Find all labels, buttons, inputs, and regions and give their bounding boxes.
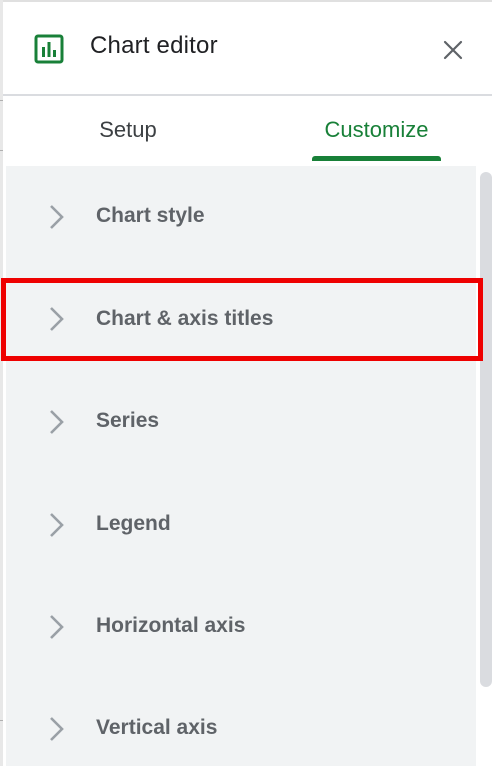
chart-editor-header: Chart editor [3,2,492,94]
section-vertical-axis[interactable]: Vertical axis [6,676,476,778]
section-horizontal-axis[interactable]: Horizontal axis [6,574,476,676]
section-series[interactable]: Series [6,370,476,472]
section-label: Legend [96,512,171,535]
tab-customize[interactable]: Customize [312,96,441,164]
panel-title: Chart editor [90,32,218,59]
chart-editor-panel: Chart editor Setup Customize Chart style… [3,0,492,766]
section-label: Chart style [96,204,205,227]
section-legend[interactable]: Legend [6,472,476,574]
chevron-right-icon [46,715,66,743]
section-label: Vertical axis [96,716,218,739]
chevron-right-icon [46,613,66,641]
section-label: Series [96,409,160,432]
chevron-right-icon [46,408,66,436]
highlight-annotation-box [1,278,483,361]
vertical-scrollbar[interactable] [480,172,492,687]
bar-chart-icon [34,34,64,64]
section-label: Horizontal axis [96,614,246,637]
customize-sections: Chart style Chart & axis titles Series L… [6,166,476,766]
section-chart-style[interactable]: Chart style [6,166,476,268]
chevron-right-icon [46,511,66,539]
chevron-right-icon [46,203,66,231]
close-icon[interactable] [441,38,465,62]
active-tab-indicator [312,156,441,161]
editor-tabs: Setup Customize [3,96,492,164]
tab-setup[interactable]: Setup [58,96,198,164]
